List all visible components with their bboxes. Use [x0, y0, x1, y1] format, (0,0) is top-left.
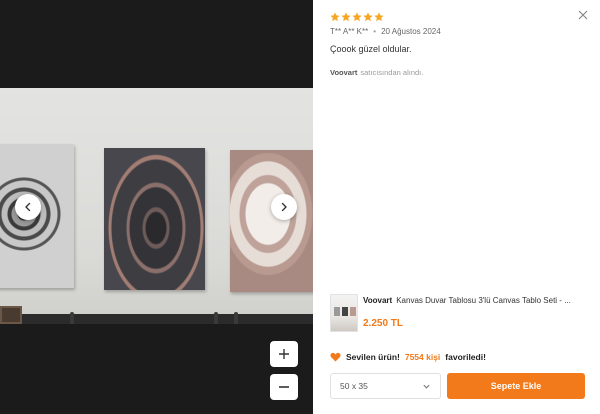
- small-frame: [0, 306, 22, 324]
- close-icon[interactable]: [576, 8, 590, 22]
- decor-item: [214, 312, 218, 324]
- size-select-value: 50 x 35: [340, 381, 368, 391]
- favorite-info: Sevilen ürün! 7554 kişi favoriledi!: [330, 352, 486, 362]
- favorite-suffix: favoriledi!: [445, 352, 486, 362]
- meta-separator: •: [373, 27, 377, 36]
- star-icon: [352, 12, 362, 22]
- previous-image-button[interactable]: [15, 194, 41, 220]
- size-select[interactable]: 50 x 35: [330, 373, 441, 399]
- product-title[interactable]: Voovart Kanvas Duvar Tablosu 3'lü Canvas …: [363, 296, 592, 305]
- favorite-count: 7554 kişi: [404, 352, 441, 362]
- favorite-prefix: Sevilen ürün!: [346, 352, 400, 362]
- star-icon: [374, 12, 384, 22]
- chevron-left-icon: [25, 202, 31, 212]
- product-price: 2.250 TL: [363, 318, 404, 329]
- chevron-right-icon: [281, 202, 287, 212]
- heart-icon: [330, 352, 341, 362]
- product-card[interactable]: Voovart Kanvas Duvar Tablosu 3'lü Canvas …: [330, 294, 592, 334]
- decor-item: [234, 312, 238, 324]
- chevron-down-icon: [423, 384, 430, 389]
- next-image-button[interactable]: [271, 194, 297, 220]
- review-panel: T** A** K** • 20 Ağustos 2024 Çoook güze…: [313, 0, 600, 414]
- product-thumbnail[interactable]: [330, 294, 358, 332]
- seller-suffix: satıcısından alındı.: [360, 68, 424, 77]
- shelf: [0, 314, 313, 324]
- review-meta: T** A** K** • 20 Ağustos 2024: [330, 27, 441, 36]
- star-icon: [330, 12, 340, 22]
- product-brand: Voovart: [363, 296, 393, 305]
- media-viewer: [0, 0, 313, 414]
- review-date: 20 Ağustos 2024: [381, 27, 441, 36]
- seller-info: Voovart satıcısından alındı.: [330, 68, 423, 77]
- product-name: Kanvas Duvar Tablosu 3'lü Canvas Tablo S…: [396, 296, 571, 305]
- wall-art-center: [104, 148, 205, 290]
- zoom-out-button[interactable]: [270, 374, 298, 400]
- plus-icon: [279, 349, 289, 359]
- rating-stars: [330, 12, 384, 22]
- seller-name[interactable]: Voovart: [330, 68, 357, 77]
- decor-item: [70, 312, 74, 324]
- review-photo: [0, 88, 313, 324]
- add-to-cart-button[interactable]: Sepete Ekle: [447, 373, 585, 399]
- review-comment: Çoook güzel oldular.: [330, 44, 412, 54]
- star-icon: [341, 12, 351, 22]
- review-author: T** A** K**: [330, 27, 369, 36]
- zoom-in-button[interactable]: [270, 341, 298, 367]
- wall-art-right: [230, 150, 313, 292]
- star-icon: [363, 12, 373, 22]
- minus-icon: [279, 386, 289, 388]
